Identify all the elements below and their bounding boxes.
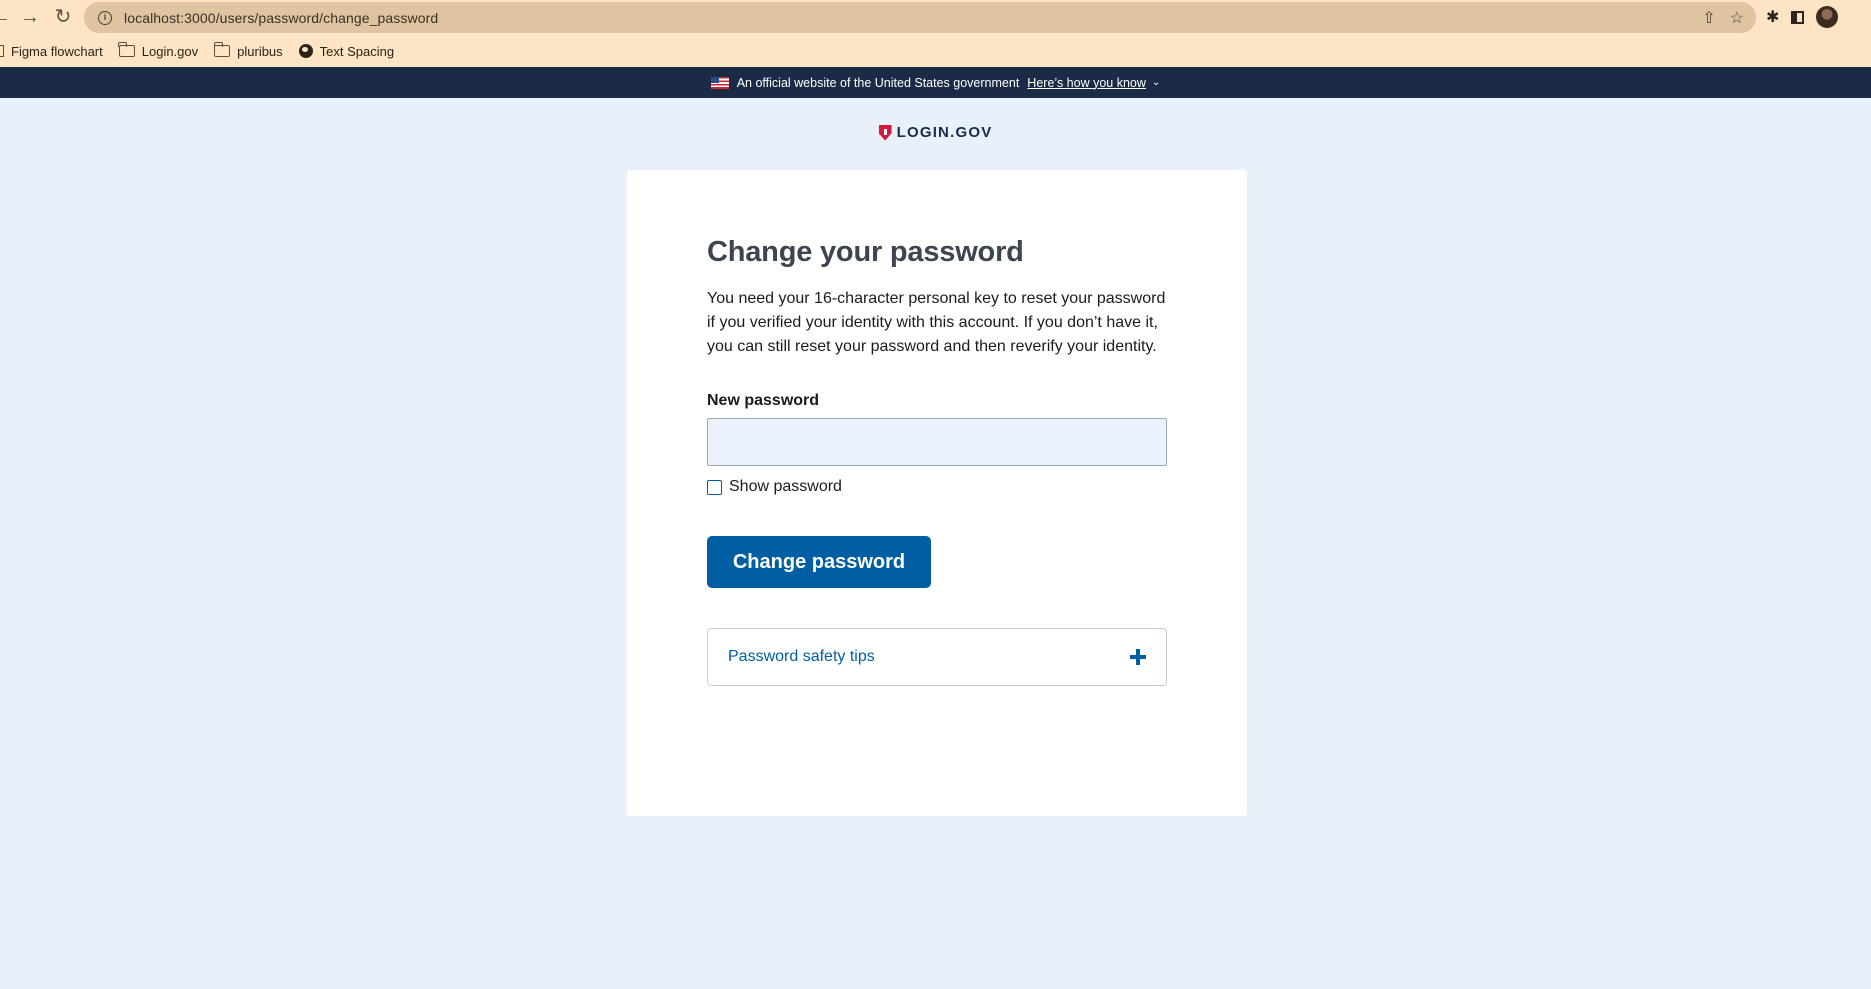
change-password-button[interactable]: Change password — [707, 536, 931, 588]
shield-icon — [878, 124, 892, 141]
bookmark-pluribus[interactable]: pluribus — [213, 42, 283, 59]
bookmark-login-gov[interactable]: Login.gov — [118, 42, 199, 59]
show-password-checkbox[interactable] — [707, 479, 722, 495]
password-safety-tips-accordion[interactable]: Password safety tips — [707, 628, 1167, 686]
logo[interactable]: LOGIN.GOV — [0, 124, 1871, 141]
page-title: Change your password — [707, 236, 1024, 268]
browser-chrome: ← → ↻ i localhost:3000/users/password/ch… — [0, 0, 1871, 67]
bookmark-label: Login.gov — [141, 43, 199, 59]
intro-text: You need your 16-character personal key … — [707, 290, 1166, 355]
side-panel-icon[interactable] — [1791, 10, 1805, 24]
bookmark-text-spacing[interactable]: Text Spacing — [298, 43, 395, 59]
gov-banner: An official website of the United States… — [0, 67, 1871, 98]
reload-icon[interactable]: ↻ — [50, 4, 76, 30]
bookmark-label: Text Spacing — [319, 43, 395, 59]
heres-how-you-know-link[interactable]: Here’s how you know — [1027, 76, 1146, 90]
url-text: localhost:3000/users/password/change_pas… — [124, 9, 439, 26]
banner-text: An official website of the United States… — [736, 75, 1020, 90]
change-password-card: Change your password You need your 16-ch… — [627, 170, 1247, 816]
new-password-label: New password — [707, 392, 820, 409]
forward-icon[interactable]: → — [17, 4, 43, 30]
address-bar[interactable]: i localhost:3000/users/password/change_p… — [84, 2, 1756, 33]
profile-avatar[interactable] — [1816, 6, 1839, 28]
us-flag-icon — [710, 76, 729, 89]
bookmark-label: Figma flowchart — [11, 43, 103, 59]
folder-icon — [118, 42, 135, 57]
show-password-row[interactable]: Show password — [707, 478, 1167, 496]
show-password-label[interactable]: Show password — [729, 478, 842, 496]
globe-icon — [298, 44, 313, 58]
logo-text: LOGIN.GOV — [896, 124, 993, 141]
bookmark-star-icon[interactable]: ☆ — [1730, 8, 1744, 28]
site-info-icon[interactable]: i — [98, 10, 112, 25]
password-safety-tips-label[interactable]: Password safety tips — [728, 648, 875, 666]
bookmark-figma-flowchart[interactable]: Figma flowchart — [0, 44, 103, 59]
plus-icon[interactable] — [1130, 649, 1146, 665]
bookmarks-bar: Figma flowchart Login.gov pluribus Text … — [0, 40, 394, 62]
bookmark-label: pluribus — [237, 43, 283, 59]
share-icon[interactable]: ⇧ — [1702, 8, 1715, 28]
extensions-icon[interactable]: ✱ — [1766, 7, 1779, 27]
page-icon — [0, 45, 4, 57]
new-password-input[interactable] — [707, 418, 1167, 466]
folder-icon — [213, 42, 231, 57]
back-icon[interactable]: ← — [0, 4, 14, 30]
chevron-down-icon[interactable]: ⌄ — [1152, 77, 1160, 88]
